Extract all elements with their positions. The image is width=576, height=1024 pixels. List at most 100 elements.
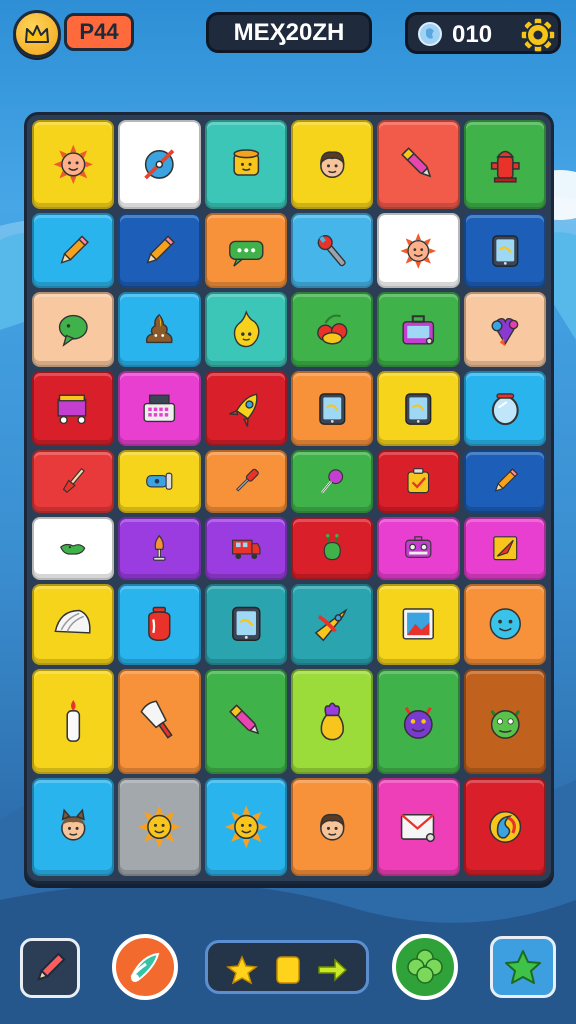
tile-envelope[interactable] [377, 778, 460, 876]
tile-marker[interactable] [204, 668, 287, 775]
tile-rocket-fish[interactable] [291, 583, 374, 665]
vase-icon [320, 702, 344, 741]
game-title: MEӼ20ZH [206, 12, 372, 53]
screwdriver-icon [235, 469, 259, 492]
tile-pencil[interactable] [32, 213, 115, 289]
tile-paper-kite[interactable] [463, 516, 546, 580]
tile-sun[interactable] [118, 778, 201, 876]
sun-face-icon [53, 144, 93, 185]
fire-hydrant-icon [490, 150, 520, 183]
sun-face-icon [400, 232, 437, 269]
tile-boy-face[interactable] [291, 120, 374, 210]
tile-rocket[interactable] [204, 371, 287, 447]
tile-flame-face[interactable] [204, 292, 287, 368]
tile-vase[interactable] [291, 668, 374, 775]
tile-lamp[interactable] [118, 516, 201, 580]
tile-monster[interactable] [377, 668, 460, 775]
tile-tablet[interactable] [291, 371, 374, 447]
rocket-fish-icon [314, 608, 348, 642]
tile-chat-bubble[interactable] [204, 213, 287, 289]
register-icon [143, 394, 176, 422]
arrow-slot[interactable] [316, 954, 348, 986]
coins-counter: 010 [405, 12, 561, 54]
cart-icon [57, 394, 87, 424]
alien-bug-icon [323, 534, 341, 561]
chat-bubble-icon [228, 240, 263, 267]
tile-screwdriver[interactable] [204, 450, 287, 513]
crown-icon [25, 25, 49, 43]
favorite-button[interactable] [490, 936, 556, 998]
marker-icon [228, 704, 259, 735]
tablet-icon [319, 392, 346, 425]
gear-icon[interactable] [520, 17, 556, 53]
tile-tablet[interactable] [377, 371, 460, 447]
clover-button[interactable] [392, 934, 458, 1000]
pencil-icon [146, 235, 176, 264]
tile-ice-cream[interactable] [118, 668, 201, 775]
tile-fire-hydrant[interactable] [463, 120, 546, 210]
tile-swirl-logo[interactable] [463, 778, 546, 876]
star-slot[interactable] [226, 954, 258, 986]
brush-icon [130, 952, 160, 982]
tile-compass[interactable] [118, 120, 201, 210]
tile-picture[interactable] [377, 583, 460, 665]
tile-truck[interactable] [204, 516, 287, 580]
flame-face-icon [233, 309, 260, 347]
pencil-button[interactable] [20, 938, 80, 998]
tile-shell[interactable] [32, 583, 115, 665]
tile-mirror[interactable] [463, 371, 546, 447]
envelope-icon [401, 813, 436, 843]
tile-wrench[interactable] [291, 213, 374, 289]
tile-cat-boy[interactable] [32, 778, 115, 876]
tile-flashlight[interactable] [118, 450, 201, 513]
tile-cart[interactable] [32, 371, 115, 447]
tile-alien-bug[interactable] [291, 516, 374, 580]
tile-cup-face[interactable] [204, 120, 287, 210]
radio-icon [405, 536, 432, 559]
crown-button[interactable] [13, 10, 61, 58]
picture-icon [402, 608, 435, 641]
tile-heart-bouquet[interactable] [463, 292, 546, 368]
mirror-icon [491, 392, 519, 425]
tile-tablet[interactable] [204, 583, 287, 665]
tile-paintbrush[interactable] [32, 450, 115, 513]
tile-lollipop[interactable] [291, 450, 374, 513]
tile-cherries[interactable] [291, 292, 374, 368]
flashlight-icon [146, 472, 173, 491]
top-bar: P44 MEӼ20ZH 010 [0, 0, 576, 64]
tile-poop[interactable] [118, 292, 201, 368]
tile-green-blob[interactable] [32, 516, 115, 580]
sun-icon [138, 805, 181, 849]
coins-value: 010 [452, 21, 493, 48]
briefcase-icon [402, 314, 435, 345]
speech-bubble-icon [58, 314, 88, 347]
tile-marker[interactable] [377, 120, 460, 210]
tile-boy-face[interactable] [291, 778, 374, 876]
tile-briefcase[interactable] [377, 292, 460, 368]
paper-kite-icon [492, 536, 517, 561]
brush-button[interactable] [112, 934, 178, 1000]
tile-pencil[interactable] [118, 213, 201, 289]
tile-register[interactable] [118, 371, 201, 447]
rocket-icon [228, 393, 258, 427]
tile-sun-face[interactable] [32, 120, 115, 210]
tile-radio[interactable] [377, 516, 460, 580]
tile-speech-bubble[interactable] [32, 292, 115, 368]
jar-icon [148, 607, 171, 642]
tile-checkbox[interactable] [377, 450, 460, 513]
tile-sun[interactable] [204, 778, 287, 876]
cup-face-icon [232, 149, 259, 176]
pencil-icon [494, 468, 518, 493]
tile-jar[interactable] [118, 583, 201, 665]
clover-icon [407, 949, 443, 984]
tile-candle[interactable] [32, 668, 115, 775]
tile-pencil[interactable] [463, 450, 546, 513]
tile-sun-face[interactable] [377, 213, 460, 289]
tile-blue-face[interactable] [463, 583, 546, 665]
paintbrush-icon [62, 468, 85, 494]
tile-tablet[interactable] [463, 213, 546, 289]
block-slot[interactable] [272, 954, 304, 986]
tile-green-monster[interactable] [463, 668, 546, 775]
tablet-icon [405, 392, 432, 425]
star-icon [226, 955, 258, 985]
